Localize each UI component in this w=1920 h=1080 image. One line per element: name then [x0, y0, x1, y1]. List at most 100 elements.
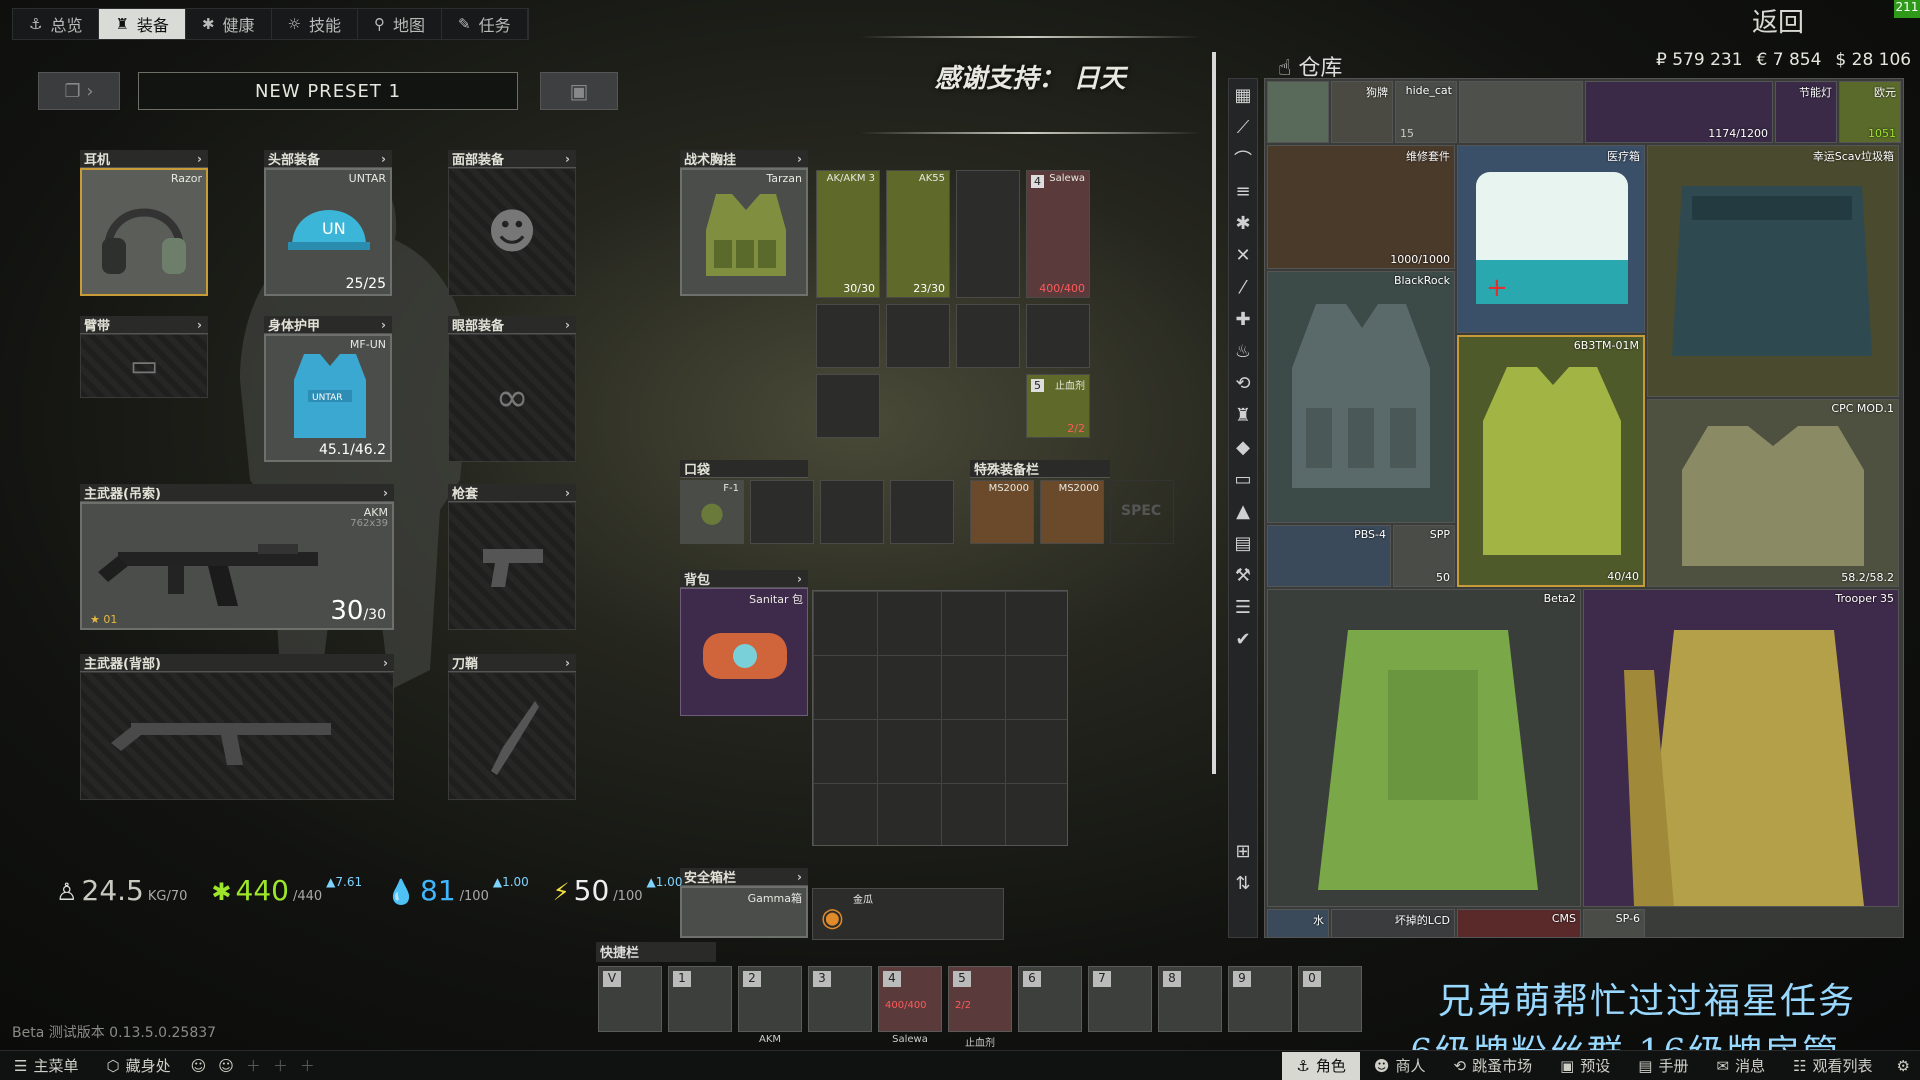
chevron-right-icon[interactable]: › [565, 152, 576, 166]
watchlist-button[interactable]: ☷ 观看列表 [1779, 1052, 1886, 1080]
chevron-right-icon[interactable]: › [565, 656, 576, 670]
save-preset-button[interactable]: ▣ [540, 72, 618, 110]
facecover-empty[interactable]: ☻ [448, 168, 576, 296]
all-items-icon[interactable]: ▦ [1229, 79, 1257, 111]
chevron-right-icon[interactable]: › [197, 152, 208, 166]
stash-item-cpc[interactable]: CPC MOD.1 58.2/58.2 [1647, 399, 1899, 587]
special-item-1[interactable]: MS2000 [970, 480, 1034, 544]
stash-item-beta2[interactable]: Beta2 [1267, 589, 1581, 907]
stash-item[interactable] [1459, 81, 1583, 143]
primary-back-empty[interactable] [80, 672, 394, 800]
quickbar-slot[interactable]: 2 [738, 966, 802, 1032]
tab-overview[interactable]: ⚓ 总览 [13, 9, 100, 39]
melee-icon[interactable]: ✕ [1229, 239, 1257, 271]
pocket-cell[interactable] [890, 480, 954, 544]
quickbar-slot[interactable]: 5 2/2 [948, 966, 1012, 1032]
stash-item[interactable]: 1174/1200 [1585, 81, 1773, 143]
preset-list-button[interactable]: ❐ › [38, 72, 120, 110]
stash-item-repair-kit[interactable]: 维修套件 1000/1000 [1267, 145, 1455, 269]
first-aid-icon[interactable]: ✚ [1229, 303, 1257, 335]
chevron-right-icon[interactable]: › [381, 318, 392, 332]
armor-filter-icon[interactable]: ▲ [1229, 495, 1257, 527]
handbook-button[interactable]: ▤ 手册 [1624, 1052, 1702, 1080]
holster-empty[interactable] [448, 502, 576, 630]
chevron-right-icon[interactable]: › [197, 318, 208, 332]
stash-item-cms[interactable]: CMS [1457, 909, 1581, 937]
back-button[interactable]: 返回 [1752, 2, 1804, 39]
tab-map[interactable]: ⚲ 地图 [358, 9, 443, 39]
chevron-right-icon[interactable]: › [797, 152, 808, 166]
stash-item-scav-junkbox[interactable]: 幸运Scav垃圾箱 [1647, 145, 1899, 397]
friends-button[interactable]: ☺ [185, 1052, 213, 1080]
quickbar-slot[interactable]: 6 [1018, 966, 1082, 1032]
backpack-grid[interactable] [812, 590, 1068, 846]
quickbar-slot[interactable]: 8 [1158, 966, 1222, 1032]
earpiece-item[interactable]: Razor [80, 168, 208, 296]
preset-name-field[interactable]: NEW PRESET 1 [138, 72, 518, 110]
primary-weapon-item[interactable]: AKM 762x39 ★ 01 30/30 [80, 502, 394, 630]
tab-tasks[interactable]: ✎ 任务 [442, 9, 528, 39]
prepare-button[interactable]: ▣ 预设 [1546, 1052, 1624, 1080]
stash-item[interactable]: hide_cat 15 [1395, 81, 1457, 143]
keys-icon[interactable]: ♜ [1229, 399, 1257, 431]
chevron-right-icon[interactable]: › [797, 870, 808, 884]
rig-medkit[interactable]: 4 Salewa 400/400 [1026, 170, 1090, 298]
stash-item-water[interactable]: 水 [1267, 909, 1329, 937]
stash-item-pbs4[interactable]: PBS-4 [1267, 525, 1391, 587]
quickbar-slot[interactable]: 7 [1088, 966, 1152, 1032]
rig-cell[interactable] [956, 304, 1020, 368]
chevron-right-icon[interactable]: › [383, 656, 394, 670]
rig-item[interactable]: Tarzan [680, 168, 808, 296]
quickbar-slot[interactable]: V [598, 966, 662, 1032]
sort-icon[interactable]: ⇅ [1229, 867, 1257, 899]
eyewear-empty[interactable]: ∞ [448, 334, 576, 462]
headwear-item[interactable]: UNTAR UN 25/25 [264, 168, 392, 296]
quickbar-slot[interactable]: 9 [1228, 966, 1292, 1032]
messages-button[interactable]: ✉ 消息 [1702, 1052, 1779, 1080]
scabbard-empty[interactable] [448, 672, 576, 800]
add-member-button[interactable]: ＋ [240, 1052, 267, 1080]
rig-cell[interactable] [956, 170, 1020, 298]
chevron-right-icon[interactable]: › [565, 318, 576, 332]
rig-cell[interactable] [816, 374, 880, 438]
medical-icon[interactable]: ✱ [1229, 207, 1257, 239]
info-icon[interactable]: ▤ [1229, 527, 1257, 559]
add-member-button[interactable]: ＋ [267, 1052, 294, 1080]
pocket-cell[interactable] [820, 480, 884, 544]
stash-item-blackrock[interactable]: BlackRock [1267, 271, 1455, 523]
food-icon[interactable]: ♨ [1229, 335, 1257, 367]
special-empty[interactable]: SPEC [1110, 480, 1174, 544]
quickbar-slot[interactable]: 1 [668, 966, 732, 1032]
gear-icon[interactable]: ⌒ [1229, 143, 1257, 175]
armband-empty[interactable]: ▭ [80, 334, 208, 398]
stash-item-medcase[interactable]: 医疗箱 + [1457, 145, 1645, 333]
main-menu-button[interactable]: ☰ 主菜单 [0, 1052, 92, 1080]
quickbar-slot[interactable]: 4 400/400 [878, 966, 942, 1032]
tab-gear[interactable]: ♜ 装备 [99, 9, 186, 39]
rig-cell[interactable] [886, 304, 950, 368]
pocket-grenade[interactable]: F-1 ● [680, 480, 744, 544]
rig-cell[interactable] [816, 304, 880, 368]
tab-health[interactable]: ✱ 健康 [186, 9, 272, 39]
backpack-item[interactable]: Sanitar 包 [680, 588, 808, 716]
rig-cell[interactable] [1026, 304, 1090, 368]
rig-mag-1[interactable]: AK/AKM 3 30/30 [816, 170, 880, 298]
traders-button[interactable]: ☻ 商人 [1360, 1052, 1440, 1080]
rig-hemostatic[interactable]: 5 止血剂 2/2 [1026, 374, 1090, 438]
stash-item-lcd[interactable]: 坏掉的LCD [1331, 909, 1455, 937]
barter-icon[interactable]: ⟲ [1229, 367, 1257, 399]
mods-icon[interactable]: ◆ [1229, 431, 1257, 463]
pocket-cell[interactable] [750, 480, 814, 544]
character-button[interactable]: ⚓ 角色 [1282, 1051, 1360, 1080]
secure-container-item[interactable]: Gamma箱 [680, 886, 808, 938]
quickbar-slot[interactable]: 0 [1298, 966, 1362, 1032]
group-button[interactable]: ☺ [212, 1052, 240, 1080]
stash-item[interactable]: 狗牌 [1331, 81, 1393, 143]
chevron-right-icon[interactable]: › [383, 486, 394, 500]
chevron-right-icon[interactable]: › [797, 572, 808, 586]
weapons-icon[interactable]: ⟋ [1229, 111, 1257, 143]
rig-mag-2[interactable]: AK55 23/30 [886, 170, 950, 298]
notes-icon[interactable]: ☰ [1229, 591, 1257, 623]
stash-item[interactable]: 节能灯 [1775, 81, 1837, 143]
secure-grid[interactable]: 金瓜 ◉ [812, 888, 1004, 940]
